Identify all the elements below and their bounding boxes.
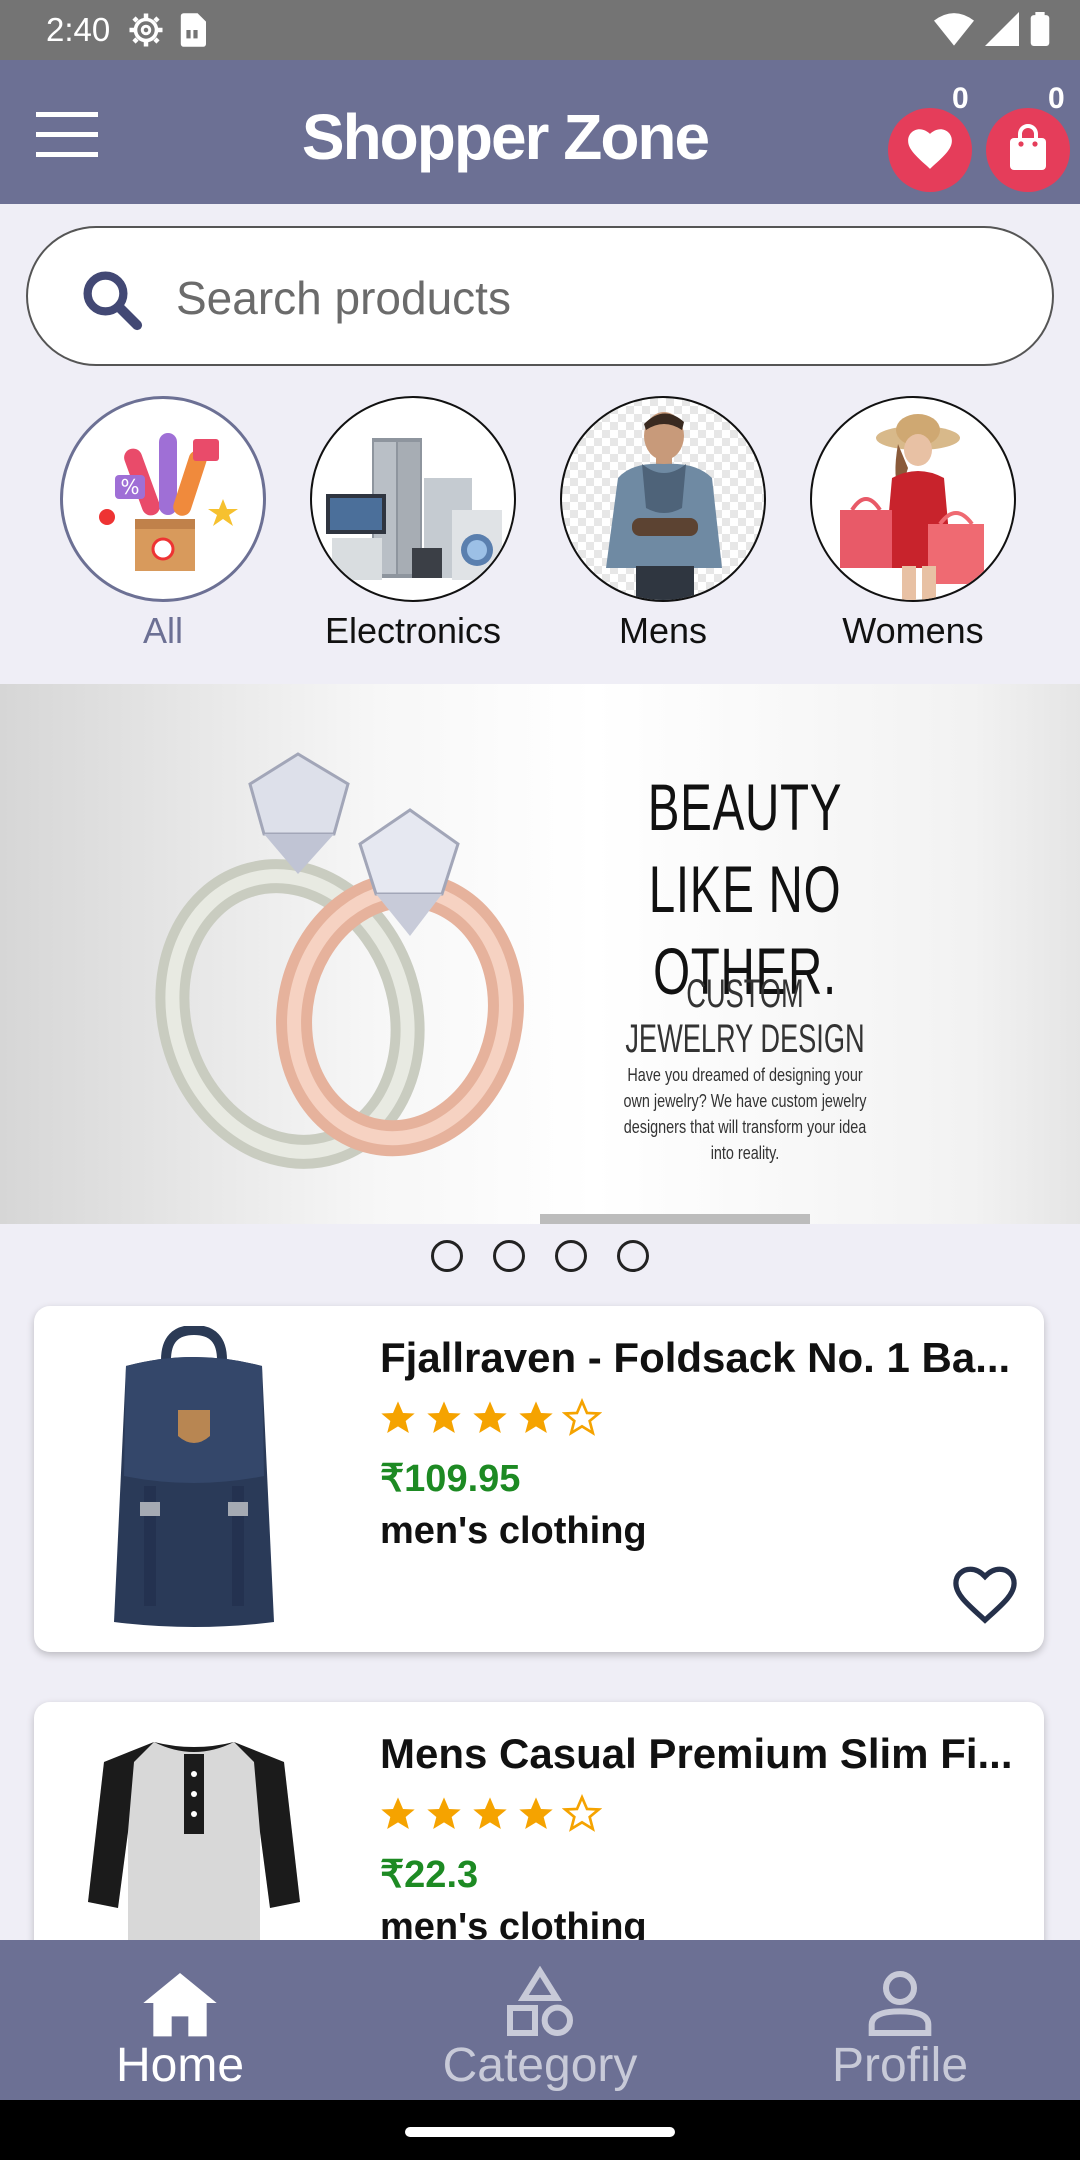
heart-outline-icon[interactable] bbox=[950, 1562, 1020, 1626]
product-card[interactable]: Fjallraven - Foldsack No. 1 Ba... ₹109.9… bbox=[34, 1306, 1044, 1652]
promo-banner[interactable]: BEAUTY LIKE NO OTHER. CUSTOM JEWELRY DES… bbox=[0, 684, 1080, 1224]
product-price: ₹22.3 bbox=[380, 1854, 479, 1896]
nav-label: Category bbox=[442, 2039, 638, 2092]
category-womens-image bbox=[810, 396, 1016, 602]
product-category: men's clothing bbox=[380, 1510, 647, 1552]
product-rating bbox=[378, 1398, 602, 1438]
nav-label: Home bbox=[115, 2039, 245, 2092]
nav-home[interactable]: Home bbox=[0, 1940, 360, 2100]
status-time: 2:40 bbox=[46, 11, 111, 48]
carousel-dot[interactable] bbox=[493, 1240, 525, 1272]
category-row: % All Electronics Mens Womens bbox=[0, 396, 1080, 656]
shopping-bag-icon bbox=[1006, 123, 1050, 177]
carousel-dots bbox=[0, 1240, 1080, 1272]
star-filled-icon bbox=[519, 1401, 553, 1433]
cart-count: 0 bbox=[1048, 82, 1065, 115]
home-gesture-pill[interactable] bbox=[405, 2127, 675, 2137]
product-rating bbox=[378, 1794, 602, 1834]
banner-body: Have you dreamed of designing your own j… bbox=[623, 1065, 867, 1163]
rings-image bbox=[155, 752, 524, 1169]
svg-text:%: % bbox=[120, 475, 139, 499]
nav-category[interactable]: Category bbox=[360, 1940, 720, 2100]
category-mens-image bbox=[560, 396, 766, 602]
banner-headline-line-1: BEAUTY bbox=[647, 770, 843, 844]
profile-icon bbox=[860, 1966, 940, 2040]
battery-icon bbox=[1030, 12, 1050, 51]
category-mens[interactable]: Mens bbox=[538, 396, 788, 652]
category-womens[interactable]: Womens bbox=[788, 396, 1038, 652]
star-filled-icon bbox=[473, 1797, 507, 1829]
star-filled-icon bbox=[519, 1797, 553, 1829]
carousel-dot[interactable] bbox=[617, 1240, 649, 1272]
star-empty-icon bbox=[562, 1794, 602, 1832]
category-all[interactable]: % All bbox=[38, 396, 288, 652]
banner-scroll-indicator bbox=[540, 1214, 810, 1224]
settings-icon bbox=[128, 12, 164, 53]
search-icon bbox=[78, 266, 144, 337]
heart-icon bbox=[905, 125, 955, 176]
category-label: Womens bbox=[842, 610, 984, 651]
star-empty-icon bbox=[562, 1398, 602, 1436]
category-all-image: % bbox=[60, 396, 266, 602]
carousel-dot[interactable] bbox=[431, 1240, 463, 1272]
bottom-navigation: Home Category Profile bbox=[0, 1940, 1080, 2100]
star-filled-icon bbox=[381, 1797, 415, 1829]
product-image bbox=[114, 1326, 274, 1627]
search-input[interactable] bbox=[176, 258, 996, 338]
home-icon bbox=[140, 1966, 220, 2040]
sim-card-icon bbox=[178, 13, 206, 52]
product-price: ₹109.95 bbox=[380, 1458, 521, 1500]
category-label: Electronics bbox=[324, 610, 502, 651]
category-electronics[interactable]: Electronics bbox=[288, 396, 538, 652]
app-bar: Shopper Zone 0 0 bbox=[0, 60, 1080, 204]
carousel-dot[interactable] bbox=[555, 1240, 587, 1272]
nav-label: Profile bbox=[831, 2039, 969, 2092]
category-icon bbox=[500, 1965, 580, 2040]
star-filled-icon bbox=[427, 1401, 461, 1433]
app-title: Shopper Zone bbox=[301, 101, 710, 173]
wishlist-count: 0 bbox=[952, 82, 969, 115]
star-filled-icon bbox=[381, 1401, 415, 1433]
category-label: All bbox=[142, 610, 183, 651]
nav-profile[interactable]: Profile bbox=[720, 1940, 1080, 2100]
wifi-icon bbox=[934, 12, 974, 51]
banner-subheading: CUSTOM JEWELRY DESIGN bbox=[625, 972, 865, 1061]
category-electronics-image bbox=[310, 396, 516, 602]
gesture-bar bbox=[0, 2100, 1080, 2160]
product-name: Fjallraven - Foldsack No. 1 Ba... bbox=[380, 1334, 1011, 1381]
wishlist-button[interactable] bbox=[888, 108, 972, 192]
product-name: Mens Casual Premium Slim Fi... bbox=[380, 1730, 1013, 1777]
search-bar[interactable] bbox=[26, 226, 1054, 366]
status-bar: 2:40 bbox=[0, 0, 1080, 60]
star-filled-icon bbox=[427, 1797, 461, 1829]
cart-button[interactable] bbox=[986, 108, 1070, 192]
signal-icon bbox=[984, 12, 1020, 51]
category-label: Mens bbox=[618, 610, 708, 651]
star-filled-icon bbox=[473, 1401, 507, 1433]
